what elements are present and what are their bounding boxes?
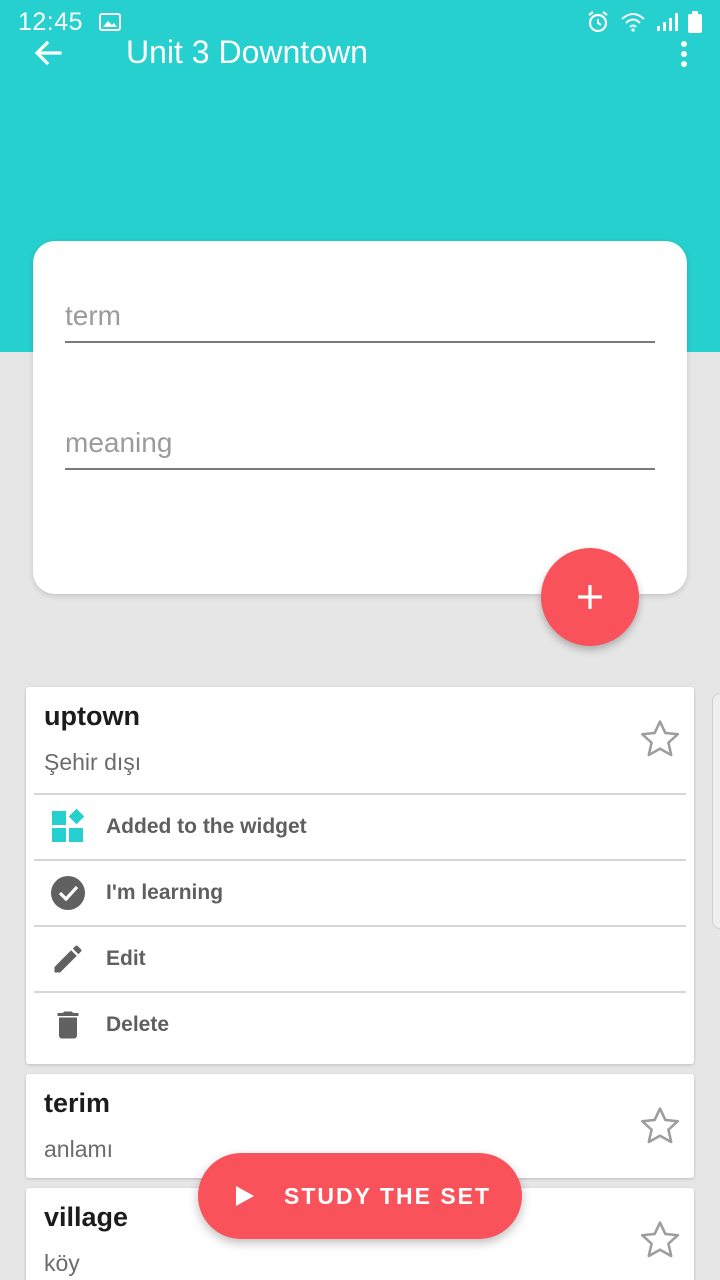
image-icon bbox=[99, 13, 122, 31]
play-icon bbox=[236, 1186, 254, 1206]
meaning-field-container bbox=[65, 418, 655, 470]
meaning-text: Şehir dışı bbox=[44, 749, 142, 775]
term-text: village bbox=[44, 1202, 129, 1232]
page-title: Unit 3 Downtown bbox=[126, 34, 368, 70]
plus-icon bbox=[578, 585, 602, 609]
action-label: I'm learning bbox=[106, 881, 224, 904]
back-button[interactable] bbox=[30, 36, 66, 72]
star-outline-icon bbox=[640, 1221, 680, 1258]
star-button[interactable] bbox=[638, 1104, 682, 1148]
star-outline-icon bbox=[640, 1107, 680, 1144]
edge-panel-handle[interactable] bbox=[712, 693, 720, 929]
arrow-back-icon bbox=[34, 40, 62, 66]
action-edit[interactable]: Edit bbox=[34, 925, 686, 991]
pencil-icon bbox=[48, 939, 88, 979]
meaning-text: köy bbox=[44, 1250, 80, 1276]
check-circle-icon bbox=[48, 873, 88, 913]
star-outline-icon bbox=[640, 720, 680, 757]
action-im-learning[interactable]: I'm learning bbox=[34, 859, 686, 925]
meaning-text: anlamı bbox=[44, 1136, 114, 1162]
add-term-form bbox=[33, 241, 687, 594]
action-label: Added to the widget bbox=[106, 815, 307, 838]
more-vert-icon bbox=[681, 41, 687, 67]
trash-icon bbox=[48, 1005, 88, 1045]
action-added-to-widget[interactable]: Added to the widget bbox=[34, 793, 686, 859]
term-text: terim bbox=[44, 1088, 111, 1118]
widget-icon bbox=[48, 807, 88, 847]
action-label: Edit bbox=[106, 947, 146, 970]
action-delete[interactable]: Delete bbox=[34, 991, 686, 1057]
more-options-button[interactable] bbox=[672, 36, 696, 72]
star-button[interactable] bbox=[638, 717, 682, 761]
star-button[interactable] bbox=[638, 1218, 682, 1262]
term-card[interactable]: uptown Şehir dışı Added to the widget I'… bbox=[26, 687, 694, 1064]
action-label: Delete bbox=[106, 1013, 170, 1036]
add-term-button[interactable] bbox=[541, 548, 639, 646]
study-button-label: STUDY THE SET bbox=[284, 1182, 492, 1209]
study-the-set-button[interactable]: STUDY THE SET bbox=[198, 1153, 522, 1239]
app-bar: Unit 3 Downtown bbox=[0, 30, 720, 78]
term-text: uptown bbox=[44, 701, 140, 731]
term-field-container bbox=[65, 291, 655, 343]
term-input[interactable] bbox=[65, 291, 655, 341]
meaning-input[interactable] bbox=[65, 418, 655, 468]
